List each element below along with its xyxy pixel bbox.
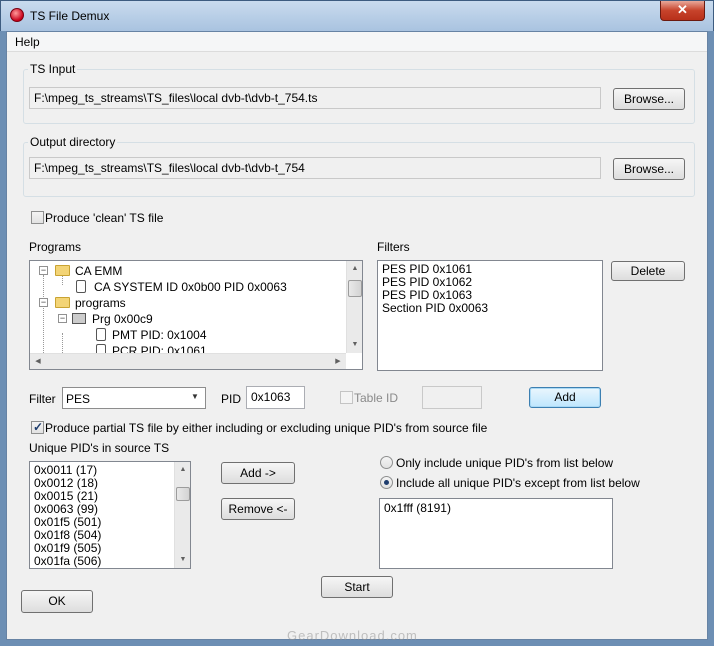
- scroll-thumb[interactable]: [176, 487, 190, 501]
- output-dir-legend: Output directory: [28, 135, 118, 149]
- list-item[interactable]: Section PID 0x0063: [382, 302, 488, 315]
- tv-program-icon: [72, 313, 86, 324]
- tree-item-ca-emm[interactable]: − CA EMM: [39, 263, 339, 279]
- menu-help[interactable]: Help: [15, 35, 40, 49]
- tree-line: [43, 275, 44, 355]
- window-title: TS File Demux: [30, 9, 110, 23]
- filters-label: Filters: [377, 240, 410, 254]
- start-button[interactable]: Start: [321, 576, 393, 598]
- output-dir-browse-button[interactable]: Browse...: [613, 158, 685, 180]
- clean-ts-label: Produce 'clean' TS file: [45, 211, 164, 225]
- add-filter-button[interactable]: Add: [529, 387, 601, 408]
- pid-input[interactable]: 0x1063: [246, 386, 305, 409]
- folder-icon: [55, 297, 70, 308]
- chevron-down-icon[interactable]: ▼: [191, 392, 199, 401]
- add-pid-button[interactable]: Add ->: [221, 462, 295, 484]
- scroll-down-icon[interactable]: ▼: [347, 337, 362, 353]
- remove-pid-button[interactable]: Remove <-: [221, 498, 295, 520]
- scroll-left-icon[interactable]: ◀: [30, 354, 46, 369]
- table-id-checkbox[interactable]: [340, 391, 353, 404]
- unique-pids-list[interactable]: 0x0011 (17) 0x0012 (18) 0x0015 (21) 0x00…: [29, 461, 191, 569]
- tree-item-programs[interactable]: − programs: [39, 295, 339, 311]
- output-dir-path-field[interactable]: F:\mpeg_ts_streams\TS_files\local dvb-t\…: [29, 157, 601, 179]
- filters-list[interactable]: PES PID 0x1061 PES PID 0x1062 PES PID 0x…: [377, 260, 603, 371]
- scroll-down-icon[interactable]: ▼: [175, 552, 190, 568]
- collapse-icon[interactable]: −: [58, 314, 67, 323]
- ts-input-browse-button[interactable]: Browse...: [613, 88, 685, 110]
- title-bar[interactable]: TS File Demux ✕: [0, 0, 714, 31]
- filter-type-select[interactable]: PES ▼: [62, 387, 206, 409]
- tree-item-label: CA EMM: [75, 264, 123, 278]
- filter-type-value: PES: [66, 392, 91, 406]
- list-item[interactable]: 0x1fff (8191): [384, 502, 451, 515]
- programs-tree[interactable]: − CA EMM CA SYSTEM ID 0x0b00 PID 0x0063 …: [29, 260, 363, 370]
- table-id-input[interactable]: [422, 386, 482, 409]
- only-include-radio[interactable]: [380, 456, 393, 469]
- only-include-label: Only include unique PID's from list belo…: [396, 456, 614, 470]
- tree-item-ca-system[interactable]: CA SYSTEM ID 0x0b00 PID 0x0063: [58, 279, 358, 295]
- unique-pids-vscrollbar[interactable]: ▲ ▼: [174, 462, 190, 568]
- programs-vscrollbar[interactable]: ▲ ▼: [346, 261, 362, 353]
- tree-item-label: programs: [75, 296, 126, 310]
- include-except-label: Include all unique PID's except from lis…: [396, 476, 640, 490]
- close-button[interactable]: ✕: [660, 1, 705, 21]
- clean-ts-checkbox[interactable]: [31, 211, 44, 224]
- programs-hscrollbar[interactable]: ◀ ▶: [30, 353, 346, 369]
- folder-icon: [55, 265, 70, 276]
- app-icon: [10, 8, 24, 22]
- dialog-body: Help TS Input F:\mpeg_ts_streams\TS_file…: [6, 31, 708, 643]
- list-item[interactable]: 0x01fa (506): [34, 555, 101, 568]
- table-id-label: Table ID: [354, 391, 399, 405]
- scroll-right-icon[interactable]: ▶: [330, 354, 346, 369]
- tree-line: [62, 333, 63, 353]
- document-icon: [76, 280, 86, 293]
- tree-item-pmt[interactable]: PMT PID: 0x1004: [76, 327, 356, 343]
- scroll-up-icon[interactable]: ▲: [347, 261, 362, 277]
- pid-label: PID: [221, 392, 242, 406]
- tree-item-label: CA SYSTEM ID 0x0b00 PID 0x0063: [94, 280, 287, 294]
- ts-input-legend: TS Input: [28, 62, 78, 76]
- tree-item-label: PMT PID: 0x1004: [112, 328, 207, 342]
- watermark-text: GearDownload.com: [287, 628, 418, 643]
- ts-input-path-field[interactable]: F:\mpeg_ts_streams\TS_files\local dvb-t\…: [29, 87, 601, 109]
- include-except-radio[interactable]: [380, 476, 393, 489]
- menu-bar: Help: [7, 32, 707, 52]
- scroll-up-icon[interactable]: ▲: [175, 462, 190, 478]
- selected-pids-list[interactable]: 0x1fff (8191): [379, 498, 613, 569]
- programs-label: Programs: [29, 240, 82, 254]
- partial-ts-checkbox[interactable]: ✓: [31, 420, 44, 434]
- collapse-icon[interactable]: −: [39, 266, 48, 275]
- tree-item-label: Prg 0x00c9: [92, 312, 153, 326]
- unique-pids-label: Unique PID's in source TS: [29, 441, 170, 455]
- partial-ts-label: Produce partial TS file by either includ…: [45, 421, 488, 435]
- tree-item-prg[interactable]: − Prg 0x00c9: [58, 311, 358, 327]
- filter-label: Filter: [29, 392, 56, 406]
- scroll-thumb[interactable]: [348, 280, 362, 297]
- ok-button[interactable]: OK: [21, 590, 93, 613]
- document-icon: [96, 328, 106, 341]
- collapse-icon[interactable]: −: [39, 298, 48, 307]
- delete-button[interactable]: Delete: [611, 261, 685, 281]
